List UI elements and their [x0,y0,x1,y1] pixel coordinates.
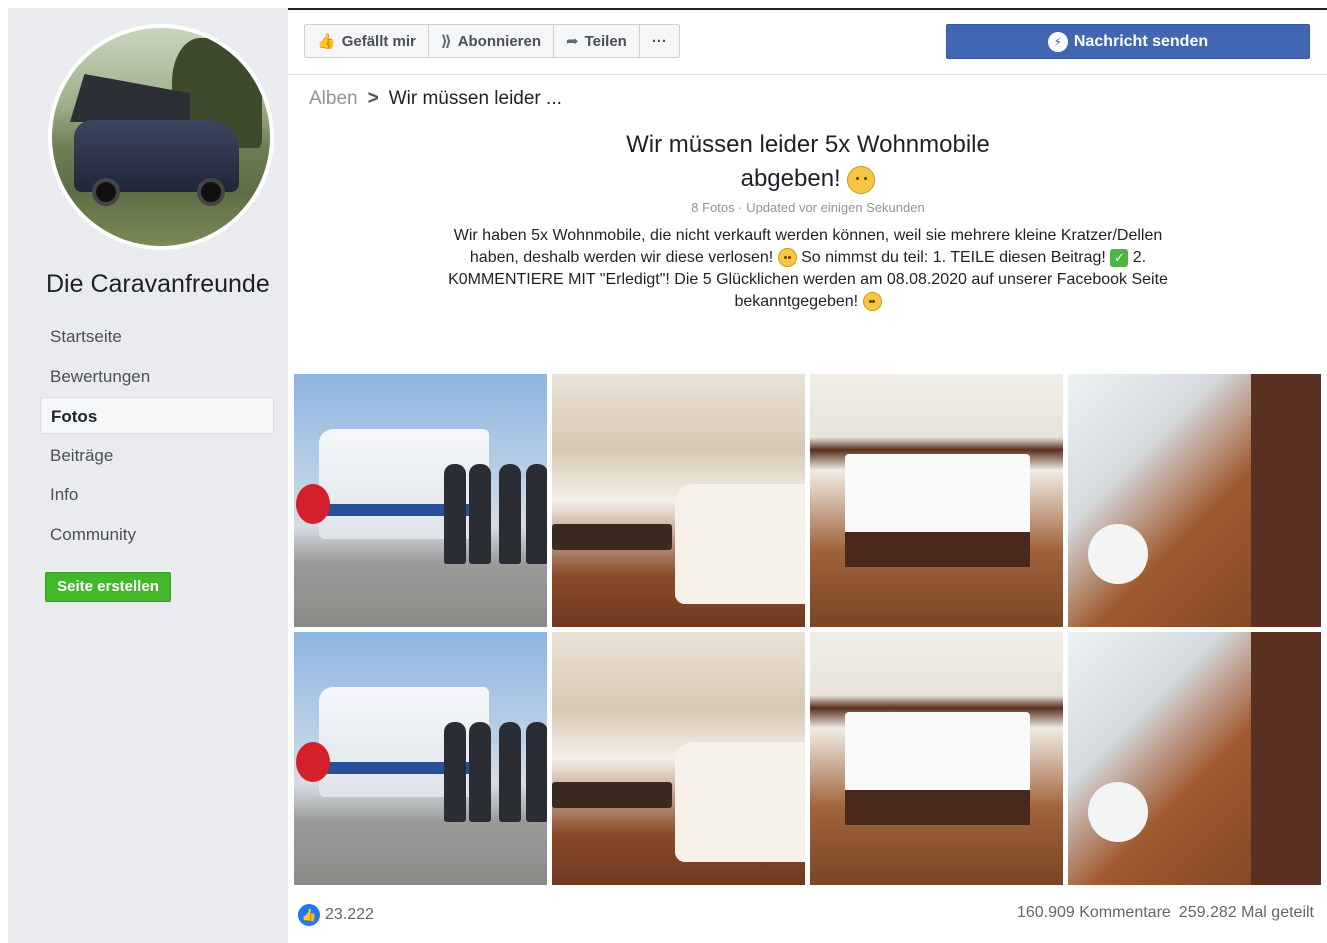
more-options-label: ··· [651,32,667,50]
nav-item-community[interactable]: Community [40,516,274,553]
header-divider [288,74,1327,75]
nav-item-fotos[interactable]: Fotos [40,397,274,434]
follow-button[interactable]: ⟫ Abonnieren [429,25,555,57]
description-part2: So nimmst du teil: 1. TEILE diesen Beitr… [801,249,1106,266]
like-page-label: Gefällt mir [341,32,416,50]
messenger-icon: ⚡ [1047,31,1068,52]
album-footer: 👍 23.222 160.909 Kommentare 259.282 Mal … [298,904,1314,926]
nav-item-startseite[interactable]: Startseite [40,318,274,355]
screaming-face-icon [777,248,797,268]
rss-icon: ⟫ [440,33,452,50]
profile-picture-image [52,28,270,246]
breadcrumb-current: Wir müssen leider ... [388,88,562,109]
nav-item-beitraege[interactable]: Beiträge [40,437,274,474]
share-count[interactable]: 259.282 Mal geteilt [1179,904,1314,926]
photo-thumbnail-living-area[interactable] [552,374,805,627]
smiling-face-icon [862,292,882,312]
like-reaction-icon: 👍 [298,904,320,926]
comment-count[interactable]: 160.909 Kommentare [1017,904,1171,926]
share-label: Teilen [584,32,627,50]
follow-label: Abonnieren [457,32,542,50]
nav-item-info[interactable]: Info [40,476,274,513]
photo-thumbnail-living-area[interactable] [552,632,805,885]
photo-grid [294,374,1322,885]
check-mark-icon: ✓ [1110,248,1129,267]
create-page-button[interactable]: Seite erstellen [45,572,171,602]
page-name[interactable]: Die Caravanfreunde [46,270,270,299]
photo-thumbnail-bathroom[interactable] [1068,632,1321,885]
share-button[interactable]: ➦ Teilen [554,25,640,57]
page-nav: Startseite Bewertungen Fotos Beiträge In… [40,318,274,555]
like-page-button[interactable]: 👍 Gefällt mir [305,25,429,57]
nav-item-bewertungen[interactable]: Bewertungen [40,358,274,395]
album-meta: 8 Fotos · Updated vor einigen Sekunden [691,200,925,215]
breadcrumb-albums-link[interactable]: Alben [309,88,358,110]
reaction-summary[interactable]: 👍 23.222 [298,904,374,926]
engagement-stats: 160.909 Kommentare 259.282 Mal geteilt [1017,904,1314,926]
photo-thumbnail-exterior[interactable] [294,374,547,627]
photo-thumbnail-bedroom[interactable] [810,374,1063,627]
album-description: Wir haben 5x Wohnmobile, die nicht verka… [448,225,1168,313]
album-title-line1: Wir müssen leider 5x Wohnmobile [626,131,990,158]
album-title-line2: abgeben! [740,165,841,192]
disappointed-face-icon [847,165,876,194]
share-arrow-icon: ➦ [566,33,579,50]
more-options-button[interactable]: ··· [640,25,679,57]
like-count: 23.222 [325,906,374,923]
send-message-label: Nachricht senden [1073,32,1209,50]
page-action-bar: 👍 Gefällt mir ⟫ Abonnieren ➦ Teilen ··· [304,24,680,58]
page-sidebar: Die Caravanfreunde Startseite Bewertunge… [8,8,288,943]
breadcrumb: Alben > Wir müssen leider ... [309,88,562,110]
photo-thumbnail-bedroom[interactable] [810,632,1063,885]
thumbs-up-icon: 👍 [317,33,336,50]
profile-picture[interactable] [48,24,274,250]
album-title: Wir müssen leider 5x Wohnmobile abgeben! [538,128,1078,196]
photo-thumbnail-bathroom[interactable] [1068,374,1321,627]
photo-thumbnail-exterior[interactable] [294,632,547,885]
cover-edge [288,8,1327,10]
send-message-button[interactable]: ⚡ Nachricht senden [946,24,1310,59]
album-view: 👍 Gefällt mir ⟫ Abonnieren ➦ Teilen ··· … [288,8,1327,943]
breadcrumb-separator: > [367,88,379,109]
